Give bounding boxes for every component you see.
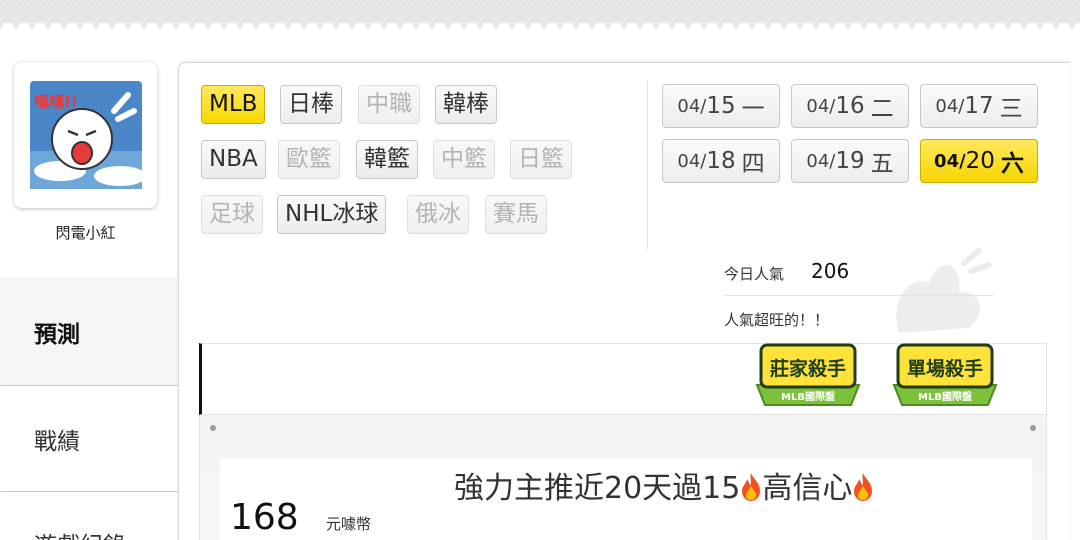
badge-single-game-killer: 單場殺手 MLB國際盤: [892, 343, 998, 406]
sport-tab-nba[interactable]: NBA: [201, 140, 266, 179]
date-button-0419[interactable]: 04/19 五: [791, 139, 909, 183]
svg-text:MLB國際盤: MLB國際盤: [781, 390, 836, 403]
sidebar-item-label: 戰績: [34, 428, 80, 455]
badge-banker-killer: 莊家殺手 MLB國際盤: [755, 343, 861, 406]
prediction-headline[interactable]: 強力主推近20天過15 高信心: [454, 463, 874, 507]
sport-tab-japan-basketball: 日籃: [510, 140, 572, 179]
user-avatar-card[interactable]: 嘿嘿!!: [14, 62, 157, 208]
sidebar-item-label: 預測: [34, 321, 80, 348]
sidebar-item-label: 遊戲紀錄: [34, 526, 126, 540]
price-unit: 元噱幣: [326, 515, 372, 533]
sidebar-item-record[interactable]: 戰績: [0, 386, 178, 492]
divider: [724, 295, 994, 296]
fire-icon: [742, 473, 761, 501]
sport-tab-nhl[interactable]: NHL冰球: [277, 195, 387, 234]
headline-suffix: 高信心: [762, 471, 853, 506]
sport-tab-npb[interactable]: 日棒: [280, 85, 342, 124]
date-button-0417[interactable]: 04/17 三: [920, 84, 1038, 128]
sport-tab-euro-basketball: 歐籃: [278, 140, 340, 179]
sport-tab-khl: 俄冰: [407, 195, 469, 234]
pin-icon: [1030, 425, 1036, 431]
sidebar-item-game-log[interactable]: 遊戲紀錄: [0, 492, 178, 540]
user-name[interactable]: 閃電小紅: [14, 222, 157, 243]
price-value: 168: [230, 497, 299, 538]
main-panel: MLB 日棒 中職 韓棒 NBA 歐籃 韓籃 中籃 日籃 足球 NHL冰球 俄冰…: [178, 62, 1070, 540]
sport-tab-mlb[interactable]: MLB: [201, 85, 266, 124]
pin-icon: [210, 425, 216, 431]
svg-text:MLB國際盤: MLB國際盤: [918, 390, 973, 403]
svg-text:單場殺手: 單場殺手: [907, 357, 983, 380]
prediction-card[interactable]: 168 元噱幣 強力主推近20天過15 高信心: [199, 415, 1047, 540]
date-button-0416[interactable]: 04/16 二: [791, 84, 909, 128]
popularity-label: 今日人氣: [724, 265, 785, 283]
sidebar-item-predict[interactable]: 預測: [0, 278, 178, 386]
fire-icon: [854, 473, 873, 501]
sidebar-nav: 預測 戰績 遊戲紀錄: [0, 278, 178, 540]
sport-tab-china-basketball: 中籃: [433, 140, 495, 179]
sport-tab-soccer: 足球: [201, 195, 263, 234]
date-button-0415[interactable]: 04/15 一: [662, 84, 780, 128]
sport-tab-korea-basketball[interactable]: 韓籃: [356, 140, 418, 179]
sport-tab-kbo[interactable]: 韓棒: [435, 85, 497, 124]
sport-tab-cpbl: 中職: [358, 85, 420, 124]
divider: [647, 81, 648, 249]
svg-text:莊家殺手: 莊家殺手: [770, 357, 846, 380]
svg-text:嘿嘿!!: 嘿嘿!!: [34, 93, 78, 111]
decorative-top-strip: [0, 0, 1080, 30]
date-button-0418[interactable]: 04/18 四: [662, 139, 780, 183]
sport-tab-horse-racing: 賽馬: [485, 195, 547, 234]
headline-text: 強力主推近20天過15: [454, 471, 741, 506]
date-button-0420[interactable]: 04/20 六: [920, 139, 1038, 183]
popularity-value: 206: [811, 259, 850, 283]
avatar-image: 嘿嘿!!: [29, 81, 142, 189]
